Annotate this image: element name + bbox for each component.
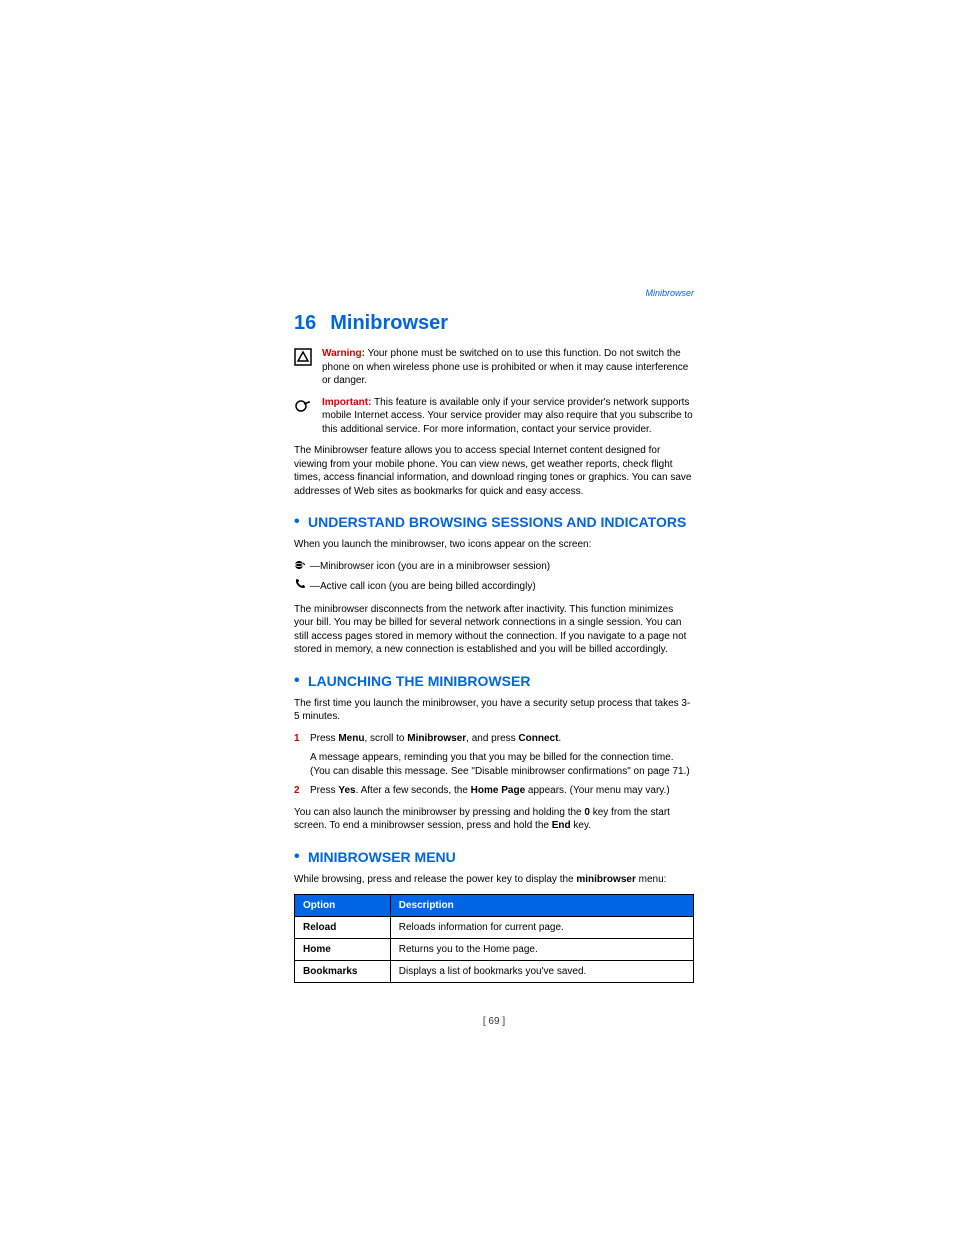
warning-callout: Warning: Your phone must be switched on … [294, 347, 694, 388]
section3-p1: While browsing, press and release the po… [294, 873, 694, 887]
table-header-row: Option Description [295, 895, 694, 917]
minibrowser-menu-table: Option Description Reload Reloads inform… [294, 894, 694, 983]
step-2-number: 2 [294, 784, 310, 798]
page-number: [ 69 ] [294, 1016, 694, 1027]
step-2-body: Press Yes. After a few seconds, the Home… [310, 784, 694, 798]
section1-p1: When you launch the minibrowser, two ico… [294, 538, 694, 552]
header-topic-link[interactable]: Minibrowser [294, 288, 694, 298]
section-heading-2: LAUNCHING THE MINIBROWSER [294, 673, 694, 689]
description-cell: Displays a list of bookmarks you've save… [390, 961, 693, 983]
step-1: 1 Press Menu, scroll to Minibrowser, and… [294, 732, 694, 746]
step-1-body: Press Menu, scroll to Minibrowser, and p… [310, 732, 694, 746]
active-call-icon-line: —Active call icon (you are being billed … [294, 578, 694, 595]
description-cell: Reloads information for current page. [390, 917, 693, 939]
warning-icon [294, 347, 322, 366]
globe-icon [294, 560, 306, 575]
section2-p2: You can also launch the minibrowser by p… [294, 806, 694, 833]
section-heading-1: UNDERSTAND BROWSING SESSIONS AND INDICAT… [294, 514, 694, 530]
important-callout: Important: This feature is available onl… [294, 396, 694, 437]
step-1-number: 1 [294, 732, 310, 746]
chapter-title: 16 Minibrowser [294, 312, 694, 335]
warning-text: Warning: Your phone must be switched on … [322, 347, 694, 388]
option-cell: Home [295, 939, 391, 961]
description-cell: Returns you to the Home page. [390, 939, 693, 961]
table-row: Reload Reloads information for current p… [295, 917, 694, 939]
important-label: Important: [322, 397, 371, 408]
section2-p1: The first time you launch the minibrowse… [294, 697, 694, 724]
option-cell: Reload [295, 917, 391, 939]
section1-p2: The minibrowser disconnects from the net… [294, 603, 694, 657]
table-row: Home Returns you to the Home page. [295, 939, 694, 961]
page-content: Minibrowser 16 Minibrowser Warning: Your … [294, 288, 694, 983]
chapter-name: Minibrowser [330, 312, 448, 334]
warning-label: Warning: [322, 348, 365, 359]
important-icon [294, 396, 322, 415]
table-row: Bookmarks Displays a list of bookmarks y… [295, 961, 694, 983]
chapter-number: 16 [294, 312, 316, 334]
table-header-description: Description [390, 895, 693, 917]
step-2: 2 Press Yes. After a few seconds, the Ho… [294, 784, 694, 798]
important-text: Important: This feature is available onl… [322, 396, 694, 437]
phone-icon [294, 578, 306, 595]
step-1-sub: A message appears, reminding you that yo… [310, 751, 694, 778]
section-heading-3: MINIBROWSER MENU [294, 849, 694, 865]
option-cell: Bookmarks [295, 961, 391, 983]
intro-paragraph: The Minibrowser feature allows you to ac… [294, 444, 694, 498]
table-header-option: Option [295, 895, 391, 917]
minibrowser-icon-line: —Minibrowser icon (you are in a minibrow… [294, 560, 694, 575]
